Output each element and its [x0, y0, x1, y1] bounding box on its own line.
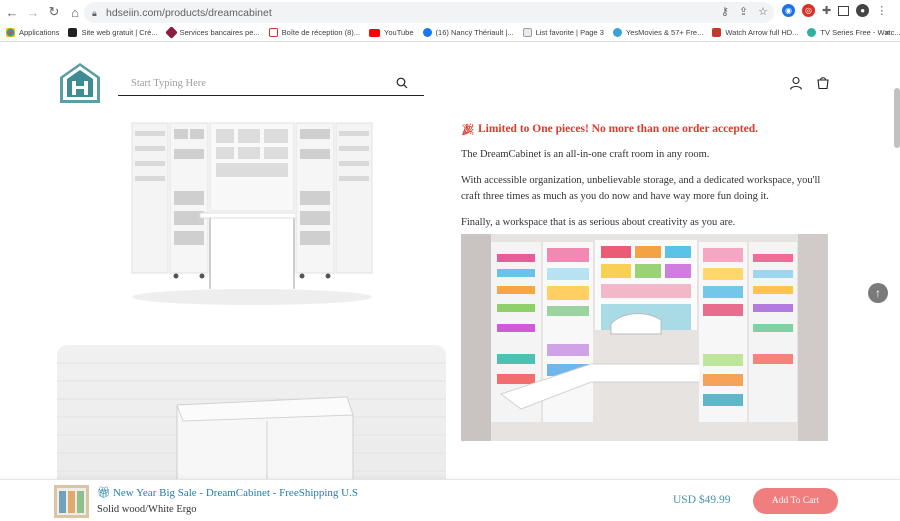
product-thumbnail [54, 485, 89, 518]
film-icon [712, 28, 722, 37]
youtube-icon [369, 28, 381, 37]
sidebar-icon[interactable] [838, 5, 850, 16]
sticky-cart-bar: 🎁︎ New Year Big Sale - DreamCabinet - Fr… [0, 479, 900, 521]
search-icon[interactable] [396, 77, 408, 89]
lock-icon: 🔒︎ [92, 8, 97, 18]
star-icon[interactable]: ☆ [758, 5, 768, 18]
product-image-cabinet-open[interactable] [130, 121, 374, 307]
extension-red-icon[interactable]: ◎ [802, 4, 815, 17]
page-scrollbar[interactable] [894, 88, 900, 148]
search-placeholder: Start Typing Here [131, 78, 206, 89]
selected-variant: Solid wood/White Ergo [97, 504, 197, 515]
extension-blue-icon[interactable]: ◉ [782, 4, 795, 17]
bookmark-item[interactable]: (16) Nancy Thériault |... [422, 28, 514, 37]
bookmarks-more-icon[interactable]: » [885, 27, 890, 37]
account-icon[interactable] [789, 76, 803, 90]
description-paragraph: The DreamCabinet is an all-in-one craft … [461, 149, 710, 160]
tv-icon [807, 28, 817, 37]
description-paragraph: With accessible organization, unbelievab… [461, 175, 821, 202]
bookmark-item[interactable]: Watch Arrow full HD... [712, 28, 798, 37]
address-bar[interactable]: 🔒︎ hdseiin.com/products/dreamcabinet ⚷ ⇪… [84, 2, 774, 23]
wix-icon [68, 28, 78, 37]
search-input[interactable]: Start Typing Here [118, 72, 424, 96]
gmail-icon [268, 28, 278, 37]
gift-icon: 🎁︎ [97, 487, 111, 499]
product-photo-craft-room [461, 234, 828, 441]
share-icon[interactable]: ⇪ [739, 5, 748, 18]
bookmark-item[interactable]: Services bancaires pe... [164, 26, 260, 39]
key-icon[interactable]: ⚷ [721, 5, 729, 18]
url-text: hdseiin.com/products/dreamcabinet [106, 6, 272, 19]
web-page: Start Typing Here 🎉︎ Limited to One piec… [0, 43, 900, 521]
profile-avatar[interactable]: ● [856, 4, 870, 17]
bank-icon [164, 26, 178, 39]
bookmark-item[interactable]: List favorite | Page 3 [522, 28, 604, 37]
sticky-product-title[interactable]: 🎁︎ New Year Big Sale - DreamCabinet - Fr… [97, 486, 358, 500]
site-header: Start Typing Here [0, 43, 900, 123]
back-icon[interactable]: ← [3, 3, 21, 21]
party-popper-icon: 🎉︎ [461, 123, 475, 136]
description-paragraph: Finally, a workspace that is as serious … [461, 217, 736, 228]
limited-notice: 🎉︎ Limited to One pieces! No more than o… [461, 123, 758, 136]
extensions-puzzle-icon[interactable]: ✚ [822, 4, 831, 17]
bookmark-item[interactable]: YesMovies & 57+ Fre... [612, 28, 703, 37]
browser-toolbar: ← → ↻ ⌂ 🔒︎ hdseiin.com/products/dreamcab… [0, 0, 900, 24]
page-icon [522, 28, 532, 37]
reload-icon[interactable]: ↻ [45, 3, 63, 21]
add-to-cart-button[interactable]: Add To Cart [753, 488, 838, 514]
home-icon[interactable]: ⌂ [66, 3, 84, 21]
yesmovies-icon [612, 28, 622, 37]
bookmark-item[interactable]: Site web gratuit | Cré... [68, 28, 158, 37]
product-price: USD $49.99 [673, 494, 731, 506]
product-description: 🎉︎ Limited to One pieces! No more than o… [461, 121, 831, 231]
apps-grid-icon [6, 28, 15, 37]
menu-dots-icon[interactable]: ⋮ [876, 4, 887, 17]
site-logo[interactable] [57, 61, 103, 105]
scroll-to-top-button[interactable]: ↑ [868, 283, 888, 303]
forward-icon[interactable]: → [24, 3, 42, 21]
cart-icon[interactable] [816, 76, 830, 90]
bookmarks-bar: Applications Site web gratuit | Cré... S… [0, 24, 900, 42]
facebook-icon [422, 28, 432, 37]
bookmark-item[interactable]: YouTube [369, 28, 414, 37]
bookmark-item[interactable]: Applications [6, 28, 59, 37]
bookmark-item[interactable]: Boîte de réception (8)... [268, 28, 360, 37]
